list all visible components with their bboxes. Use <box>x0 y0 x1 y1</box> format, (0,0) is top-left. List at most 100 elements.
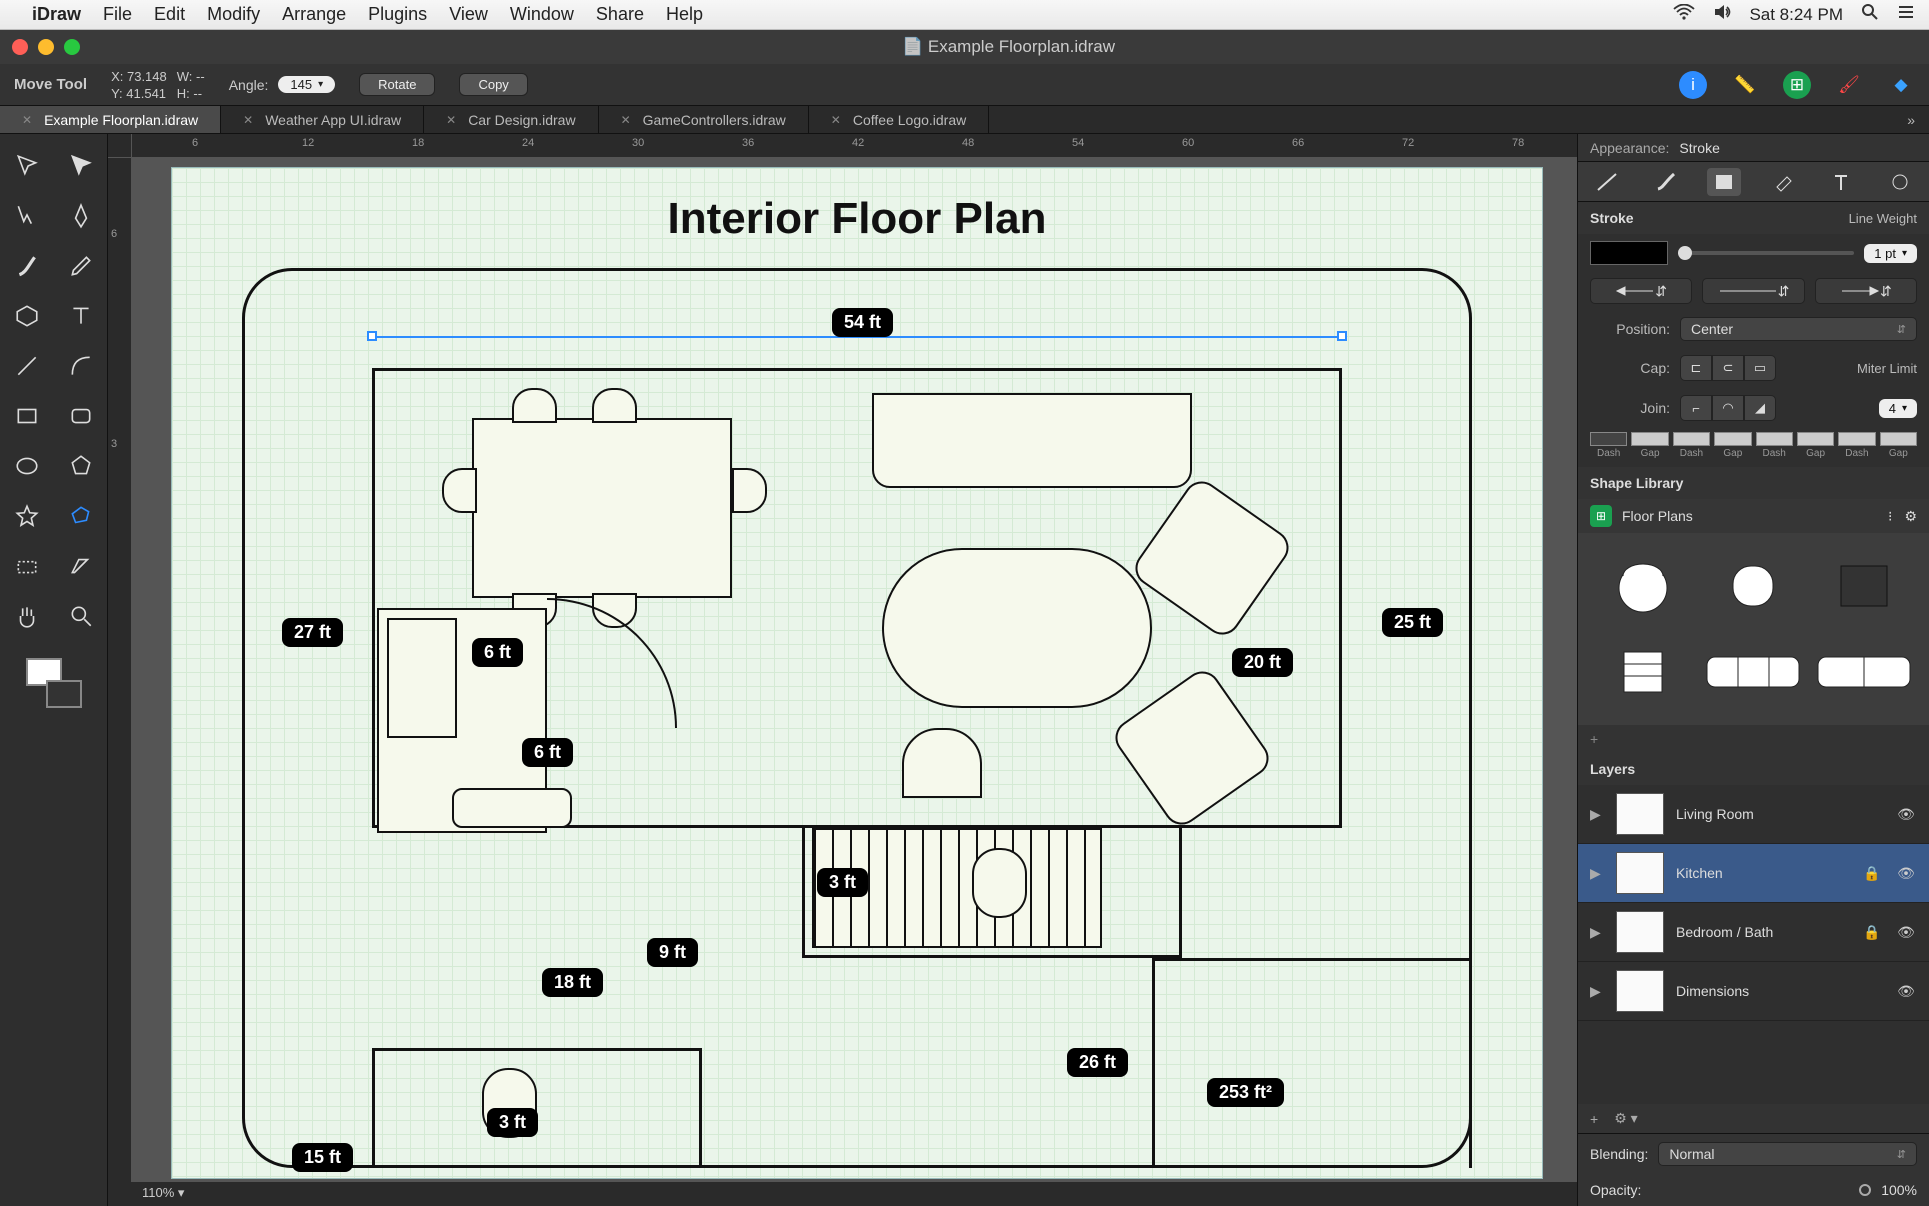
miter-limit-field[interactable]: 4 <box>1879 399 1917 418</box>
menu-window[interactable]: Window <box>510 4 574 25</box>
stroke-color-well[interactable] <box>1590 241 1668 265</box>
cap-segmented[interactable]: ⊏ ⊂ ▭ <box>1680 355 1776 381</box>
join-bevel[interactable]: ◢ <box>1744 395 1776 421</box>
selection-handle-right[interactable] <box>1337 331 1347 341</box>
visibility-icon[interactable]: 👁 <box>1895 806 1917 823</box>
dim-26ft[interactable]: 26 ft <box>1067 1048 1128 1077</box>
minimize-window-button[interactable] <box>38 39 54 55</box>
dining-chair[interactable] <box>592 388 637 423</box>
shape-library-icon[interactable]: ⊞ <box>1783 71 1811 99</box>
arrow-end-select[interactable]: ⇵ <box>1815 278 1917 304</box>
layer-living-room[interactable]: ▶ Living Room 👁 <box>1578 785 1929 844</box>
tab-weather-app[interactable]: ✕Weather App UI.idraw <box>221 106 424 133</box>
sink[interactable] <box>452 788 572 828</box>
line-style-select[interactable]: ⇵ <box>1702 278 1804 304</box>
curve-tool[interactable] <box>61 348 101 384</box>
menu-plugins[interactable]: Plugins <box>368 4 427 25</box>
fill-tab-icon[interactable] <box>1707 168 1741 196</box>
direct-select-tool[interactable] <box>61 148 101 184</box>
dining-chair[interactable] <box>442 468 477 513</box>
polygon-tool[interactable] <box>61 448 101 484</box>
menu-modify[interactable]: Modify <box>207 4 260 25</box>
text-tab-icon[interactable] <box>1824 168 1858 196</box>
dim-20ft[interactable]: 20 ft <box>1232 648 1293 677</box>
close-tab-icon[interactable]: ✕ <box>446 113 456 127</box>
add-shape-button[interactable]: + <box>1578 725 1929 753</box>
dim-9ft[interactable]: 9 ft <box>647 938 698 967</box>
arrow-start-select[interactable]: ⇵ <box>1590 278 1692 304</box>
dim-27ft[interactable]: 27 ft <box>282 618 343 647</box>
spotlight-icon[interactable] <box>1861 3 1879 26</box>
lock-icon[interactable]: 🔒 <box>1861 924 1883 941</box>
dim-25ft[interactable]: 25 ft <box>1382 608 1443 637</box>
angle-field[interactable]: 145 <box>278 76 335 93</box>
dining-chair[interactable] <box>732 468 767 513</box>
tabs-overflow-icon[interactable]: » <box>1893 106 1929 133</box>
visibility-icon[interactable]: 👁 <box>1895 865 1917 882</box>
menu-arrange[interactable]: Arrange <box>282 4 346 25</box>
vertical-ruler[interactable]: 6 3 <box>108 158 132 1182</box>
select-tool[interactable] <box>7 148 47 184</box>
dim-54ft[interactable]: 54 ft <box>832 308 893 337</box>
dim-6ft-b[interactable]: 6 ft <box>522 738 573 767</box>
shape-dresser[interactable] <box>1592 633 1694 711</box>
shape-armchair[interactable] <box>1702 547 1804 625</box>
ellipse-tool[interactable] <box>7 448 47 484</box>
layer-bedroom-bath[interactable]: ▶ Bedroom / Bath 🔒 👁 <box>1578 903 1929 962</box>
notification-icon[interactable] <box>1897 4 1915 25</box>
close-tab-icon[interactable]: ✕ <box>243 113 253 127</box>
disclosure-icon[interactable]: ▶ <box>1590 865 1604 882</box>
tab-example-floorplan[interactable]: ✕Example Floorplan.idraw <box>0 106 221 133</box>
shear-tool[interactable] <box>61 548 101 584</box>
close-tab-icon[interactable]: ✕ <box>621 113 631 127</box>
layers-icon[interactable]: ◆ <box>1887 71 1915 99</box>
bedroom[interactable] <box>1152 958 1472 1168</box>
custom-shape-tool[interactable] <box>61 498 101 534</box>
style-icon[interactable]: 🖌 <box>1835 71 1863 99</box>
join-round[interactable]: ◠ <box>1712 395 1744 421</box>
library-gear-icon[interactable]: ⚙ <box>1904 508 1917 525</box>
tab-car-design[interactable]: ✕Car Design.idraw <box>424 106 598 133</box>
stroke-tab-icon[interactable] <box>1590 168 1624 196</box>
horizontal-ruler[interactable]: 6 12 18 24 30 36 42 48 54 60 66 72 78 <box>132 134 1577 158</box>
shape-tool[interactable] <box>7 298 47 334</box>
shape-cabinet[interactable] <box>1813 547 1915 625</box>
dim-3ft-a[interactable]: 3 ft <box>817 868 868 897</box>
menu-view[interactable]: View <box>449 4 488 25</box>
dim-3ft-b[interactable]: 3 ft <box>487 1108 538 1137</box>
dim-15ft[interactable]: 15 ft <box>292 1143 353 1172</box>
app-name[interactable]: iDraw <box>32 4 81 25</box>
text-tool[interactable] <box>61 298 101 334</box>
disclosure-icon[interactable]: ▶ <box>1590 983 1604 1000</box>
menu-help[interactable]: Help <box>666 4 703 25</box>
cap-square[interactable]: ▭ <box>1744 355 1776 381</box>
close-tab-icon[interactable]: ✕ <box>831 113 841 127</box>
bathroom[interactable] <box>372 1048 702 1168</box>
rect-tool[interactable] <box>7 398 47 434</box>
stroke-weight-slider[interactable] <box>1678 251 1854 255</box>
shape-library-select[interactable]: ⊞ Floor Plans ⁝ ⚙ <box>1578 499 1929 533</box>
blending-select[interactable]: Normal <box>1658 1142 1917 1166</box>
layer-kitchen[interactable]: ▶ Kitchen 🔒 👁 <box>1578 844 1929 903</box>
library-options-icon[interactable]: ⁝ <box>1888 508 1892 525</box>
volume-icon[interactable] <box>1713 4 1735 25</box>
dining-table[interactable] <box>472 418 732 598</box>
menu-share[interactable]: Share <box>596 4 644 25</box>
shape-sofa-2[interactable] <box>1813 633 1915 711</box>
pen-tool[interactable] <box>61 198 101 234</box>
stroke-position-select[interactable]: Center <box>1680 317 1917 341</box>
layer-dimensions[interactable]: ▶ Dimensions 👁 <box>1578 962 1929 1021</box>
toilet-1[interactable] <box>972 848 1027 918</box>
crop-tool[interactable] <box>7 548 47 584</box>
lasso-tool[interactable] <box>7 198 47 234</box>
zoom-tool[interactable] <box>61 598 101 634</box>
sofa[interactable] <box>872 393 1192 488</box>
hand-tool[interactable] <box>7 598 47 634</box>
visibility-icon[interactable]: 👁 <box>1895 924 1917 941</box>
drawing-page[interactable]: Interior Floor Plan <box>172 168 1542 1178</box>
disclosure-icon[interactable]: ▶ <box>1590 806 1604 823</box>
shape-sofa-3[interactable] <box>1702 633 1804 711</box>
close-window-button[interactable] <box>12 39 28 55</box>
stroke-weight-field[interactable]: 1 pt <box>1864 244 1917 263</box>
line-tool[interactable] <box>7 348 47 384</box>
